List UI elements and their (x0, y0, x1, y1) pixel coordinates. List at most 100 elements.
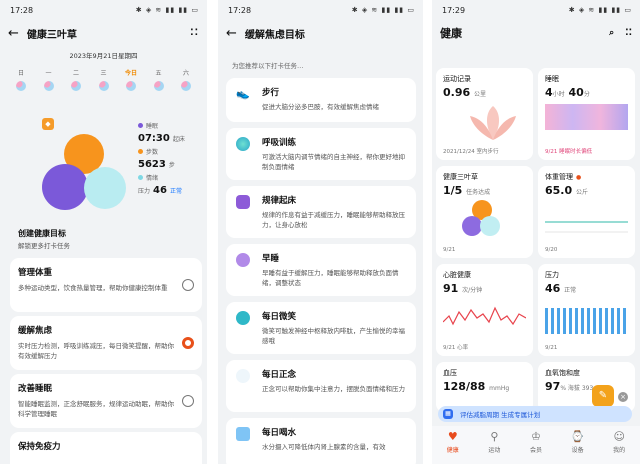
weekday-tue[interactable]: 二 (67, 68, 85, 91)
search-icon[interactable]: ⌕ (609, 28, 615, 38)
watch-icon: ⌚ (570, 430, 585, 443)
alert-dot-icon: ● (576, 173, 582, 181)
mood-dot-icon (138, 175, 143, 180)
task-wake-up[interactable]: 规律起床 规律的作息有益于减缓压力，睡眠能够帮助释放压力，让身心放松 (226, 186, 416, 238)
task-walk[interactable]: 👟 步行 促进大脑分泌多巴胺，有效缓解焦虑情绪 (226, 78, 416, 122)
goal-radio[interactable] (182, 395, 194, 407)
lotus-icon (470, 106, 516, 140)
status-icons: ✱ ◈ ≋ ▮▮ ▮▮ ▭ (351, 6, 415, 14)
weekday-sat[interactable]: 六 (177, 68, 195, 91)
stress-bar-chart (545, 308, 628, 334)
user-icon: ☺ (613, 430, 625, 443)
recommend-subtitle: 为您推荐以下打卡任务… (232, 62, 304, 70)
clover-leaf-sleep (42, 164, 88, 210)
sleep-dot-icon (138, 123, 143, 128)
status-icons: ✱ ◈ ≋ ▮▮ ▮▮ ▭ (568, 6, 632, 14)
tile-blood-pressure[interactable]: 血压 128/88 mmHg (436, 362, 533, 412)
tile-sleep[interactable]: 睡眠 4小时 40分 9/21 睡眠时长偏低 (538, 68, 635, 160)
steps-value: 5623 (138, 159, 166, 170)
tile-stress[interactable]: 压力 46 正常 9/21 (538, 264, 635, 356)
goal-radio[interactable] (182, 279, 194, 291)
mini-clover-sleep (462, 216, 482, 236)
goal-radio-selected[interactable] (182, 337, 194, 349)
tile-weight[interactable]: 体重管理 ● 65.0 公斤 9/20 (538, 166, 635, 258)
tile-clover[interactable]: 健康三叶草 1/5 任务达成 9/21 (436, 166, 533, 258)
crown-icon: ♔ (531, 430, 541, 443)
task-breathing[interactable]: 呼吸训练 可激活大脑内调节情绪的自主神经，帮你更好地抑制负面情绪 (226, 128, 416, 180)
section-title: 创建健康目标 (18, 229, 66, 238)
task-early-sleep[interactable]: 早睡 早睡有益于缓解压力，睡眠能够帮助释放负面情绪，调整状态 (226, 244, 416, 296)
page-title: 健康三叶草 (26, 29, 77, 41)
title-bar: ← 健康三叶草 ⁚⁚ (0, 20, 207, 46)
weekday-wed[interactable]: 三 (95, 68, 113, 91)
weekday-mon[interactable]: 一 (40, 68, 58, 91)
wake-time: 07:30 (138, 133, 170, 144)
calendar-icon: ▦ (443, 409, 453, 419)
goal-card-weight[interactable]: 管理体重 多种运动类型，饮食热量管理，帮助你健康控制体重 (10, 258, 202, 312)
smile-icon (236, 311, 250, 325)
moon-icon (236, 253, 250, 267)
clover-stats: 睡眠 07:30 起床 步数 5623 步 情绪 压力 46 正常 (138, 118, 204, 196)
water-glass-icon (236, 427, 250, 441)
back-arrow-icon[interactable]: ← (8, 26, 19, 41)
task-mindfulness[interactable]: 每日正念 正念可以帮助你集中注意力，摆脱负面情绪和压力 (226, 360, 416, 412)
steps-dot-icon (138, 149, 143, 154)
mini-clover-mood (480, 216, 500, 236)
clover-leaf-mood (84, 167, 126, 209)
page-title: 缓解焦虑目标 (244, 29, 305, 41)
sleep-bar-chart (545, 104, 628, 130)
title-bar: 健康 ⌕ ⁚⁚ (432, 20, 640, 46)
goal-card-sleep[interactable]: 改善睡眠 智能睡眠监测，正念舒眠服务，规律运动助眠，帮助你科学管理睡眠 (10, 374, 202, 428)
bed-icon (236, 195, 250, 209)
mood-stat: 情绪 (138, 173, 204, 182)
section-subtitle: 解锁更多打卡任务 (18, 242, 70, 250)
tile-spo2[interactable]: 血氧饱和度 97% 海拔 393 m (538, 362, 635, 412)
bottom-nav: ♥ 健康 ⚲ 运动 ♔ 会员 ⌚ 设备 ☺ 我的 (432, 426, 640, 464)
steps-stat: 步数 (138, 147, 204, 156)
promo-banner[interactable]: ▦ 评估减脂周期 生成专属计划 (438, 406, 632, 422)
weekday-fri[interactable]: 五 (150, 68, 168, 91)
nav-me[interactable]: ☺ 我的 (604, 430, 634, 464)
breathing-icon (236, 137, 250, 151)
status-bar: 17:29 ✱ ◈ ≋ ▮▮ ▮▮ ▭ (432, 0, 640, 20)
tile-heart[interactable]: 心脏健康 91 次/分钟 9/21 心率 (436, 264, 533, 356)
date-label: 2023年9月21日星期四 (69, 52, 138, 60)
nav-devices[interactable]: ⌚ 设备 (563, 430, 593, 464)
nav-health[interactable]: ♥ 健康 (438, 430, 468, 464)
weekday-sun[interactable]: 日 (12, 68, 30, 91)
sleep-stat: 睡眠 (138, 121, 204, 130)
heart-rate-chart (443, 306, 526, 326)
status-time: 17:28 (228, 5, 252, 15)
status-icons: ✱ ◈ ≋ ▮▮ ▮▮ ▭ (135, 6, 199, 14)
task-water[interactable]: 每日喝水 水分摄入可降低体内肾上腺素的含量，有效 (226, 418, 416, 464)
more-options-icon[interactable]: ⁚⁚ (190, 28, 199, 38)
cube-icon: ◆ (42, 118, 54, 130)
task-smile[interactable]: 每日微笑 微笑可触发神经中枢释放内啡肽，产生愉悦的幸福感哦 (226, 302, 416, 354)
stress-stat: 压力 46 正常 (138, 185, 182, 196)
status-bar: 17:28 ✱ ◈ ≋ ▮▮ ▮▮ ▭ (218, 0, 423, 20)
goal-card-anxiety[interactable]: 缓解焦虑 实时压力检测，呼吸训练减压，每日微笑提醒，帮助你有效缓解压力 (10, 316, 202, 370)
status-time: 17:28 (10, 5, 34, 15)
health-home-screen: 17:29 ✱ ◈ ≋ ▮▮ ▮▮ ▭ 健康 ⌕ ⁚⁚ 运动记录 0.96 公里… (432, 0, 640, 464)
shoe-icon: 👟 (236, 87, 250, 101)
weekday-today[interactable]: 今日 (122, 68, 140, 91)
status-bar: 17:28 ✱ ◈ ≋ ▮▮ ▮▮ ▭ (0, 0, 207, 20)
week-strip: 日 一 二 三 今日 五 六 (0, 68, 207, 91)
back-arrow-icon[interactable]: ← (226, 26, 237, 41)
nav-membership[interactable]: ♔ 会员 (521, 430, 551, 464)
tile-exercise[interactable]: 运动记录 0.96 公里 2021/12/24 室内步行 (436, 68, 533, 160)
heart-icon: ♥ (447, 430, 458, 443)
title-bar: ← 缓解焦虑目标 (218, 20, 423, 46)
anxiety-goal-screen: 17:28 ✱ ◈ ≋ ▮▮ ▮▮ ▭ ← 缓解焦虑目标 为您推荐以下打卡任务…… (218, 0, 423, 464)
clover-screen: 17:28 ✱ ◈ ≋ ▮▮ ▮▮ ▭ ← 健康三叶草 ⁚⁚ 2023年9月21… (0, 0, 207, 464)
weight-trend-chart (545, 221, 628, 233)
run-icon: ⚲ (490, 430, 499, 443)
more-options-icon[interactable]: ⁚⁚ (625, 28, 632, 38)
nav-exercise[interactable]: ⚲ 运动 (479, 430, 509, 464)
plan-float-icon[interactable]: ✎ (592, 385, 614, 407)
clover-chart[interactable]: ◆ (22, 106, 134, 216)
status-time: 17:29 (442, 5, 466, 15)
close-float-icon[interactable]: × (618, 392, 628, 402)
goal-card-immunity[interactable]: 保持免疫力 (10, 432, 202, 464)
mindfulness-icon (236, 369, 250, 383)
